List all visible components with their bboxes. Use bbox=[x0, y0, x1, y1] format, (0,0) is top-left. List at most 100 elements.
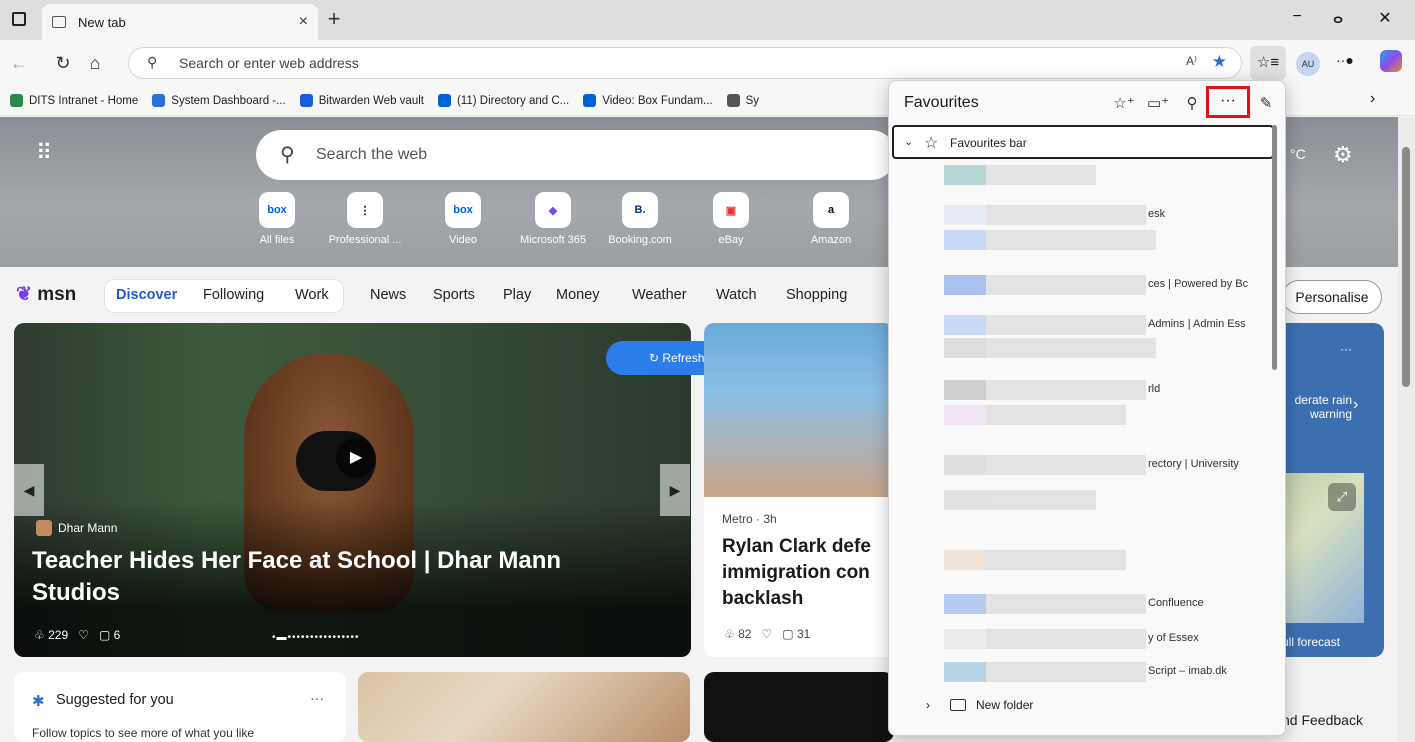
msn-tab-weather[interactable]: Weather bbox=[632, 287, 687, 303]
favourites-scrollbar[interactable] bbox=[1270, 125, 1280, 685]
favourite-item[interactable]: esk bbox=[944, 203, 1264, 225]
msn-tab-following[interactable]: Following bbox=[203, 287, 264, 303]
favourites-bar-folder[interactable]: ⌄ ☆ Favourites bar bbox=[892, 125, 1274, 159]
thumbs-up-icon[interactable]: ♧ bbox=[724, 627, 735, 641]
favourite-item[interactable]: y of Essex bbox=[944, 627, 1264, 649]
read-aloud-icon[interactable]: A⁾ bbox=[1186, 54, 1197, 68]
msn-tab-work[interactable]: Work bbox=[295, 287, 329, 303]
quicklink[interactable]: box Video bbox=[418, 192, 508, 246]
add-folder-icon[interactable]: ▭⁺ bbox=[1146, 92, 1170, 116]
tab-new-tab[interactable]: New tab × bbox=[42, 4, 318, 40]
msn-tab-money[interactable]: Money bbox=[556, 287, 600, 303]
more-options-button[interactable]: ··· bbox=[1206, 86, 1250, 118]
new-folder-item[interactable]: › New folder bbox=[926, 698, 1033, 712]
favourite-item[interactable]: Confluence bbox=[944, 592, 1264, 614]
comment-icon[interactable]: ▢ bbox=[782, 627, 793, 641]
favourite-item[interactable]: rectory | University bbox=[944, 453, 1264, 475]
personalise-button[interactable]: Personalise bbox=[1282, 280, 1382, 314]
msn-tab-sports[interactable]: Sports bbox=[433, 287, 475, 303]
quicklink[interactable]: B. Booking.com bbox=[595, 192, 685, 246]
gear-icon[interactable]: ⚙ bbox=[1333, 142, 1353, 168]
pin-icon[interactable]: ✎ bbox=[1254, 92, 1278, 116]
favorite-star-icon[interactable]: ★ bbox=[1212, 52, 1227, 72]
quicklink[interactable]: ▣ eBay bbox=[686, 192, 776, 246]
favourite-item[interactable]: ces | Powered by Bc bbox=[944, 273, 1264, 295]
thumbs-down-icon[interactable]: ♡ bbox=[761, 627, 772, 641]
fav-label: Video: Box Fundam... bbox=[602, 94, 713, 107]
story-headline[interactable]: Teacher Hides Her Face at School | Dhar … bbox=[32, 545, 632, 609]
carousel-dots[interactable]: •▬•••••••••••••••• bbox=[272, 632, 360, 643]
favourite-item[interactable]: Admins | Admin Ess bbox=[944, 313, 1264, 335]
refresh-icon[interactable]: ↻ bbox=[50, 50, 76, 76]
settings-more-icon[interactable]: ··● bbox=[1336, 52, 1354, 68]
copilot-icon[interactable] bbox=[1380, 50, 1402, 72]
more-options-button[interactable]: ··· bbox=[310, 690, 324, 706]
favourite-item[interactable]: Script – imab.dk bbox=[944, 660, 1264, 682]
quicklink[interactable]: a Amazon bbox=[786, 192, 876, 246]
address-bar[interactable]: ⚲ Search or enter web address A⁾ ★ bbox=[128, 47, 1242, 79]
weather-more-button[interactable]: ··· bbox=[1340, 342, 1352, 356]
web-search-box[interactable]: ⚲ Search the web bbox=[256, 130, 896, 180]
next-arrow-icon[interactable]: ▶ bbox=[660, 464, 690, 516]
quicklink-icon: box bbox=[259, 192, 295, 228]
quicklink[interactable]: ⋮ Professional ... bbox=[320, 192, 410, 246]
favourite-item[interactable] bbox=[944, 488, 1264, 510]
chevron-right-icon[interactable]: › bbox=[1370, 90, 1375, 108]
prev-arrow-icon[interactable]: ◀ bbox=[14, 464, 44, 516]
msn-tab-shopping[interactable]: Shopping bbox=[786, 287, 847, 303]
msn-tab-discover[interactable]: Discover bbox=[116, 287, 177, 303]
expand-icon[interactable]: ⤢ bbox=[1328, 483, 1356, 511]
minimize-button[interactable]: − bbox=[1282, 8, 1312, 32]
scroll-thumb[interactable] bbox=[1402, 147, 1410, 387]
msn-logo[interactable]: ❦ msn bbox=[16, 283, 76, 306]
fav-item[interactable]: Sy bbox=[726, 94, 759, 107]
favourite-item[interactable] bbox=[944, 228, 1264, 250]
favourite-item[interactable] bbox=[944, 548, 1264, 570]
favourite-item[interactable] bbox=[944, 403, 1264, 425]
search-favourites-icon[interactable]: ⚲ bbox=[1180, 92, 1204, 116]
add-favourite-icon[interactable]: ☆⁺ bbox=[1112, 92, 1136, 116]
quicklink[interactable]: ◆ Microsoft 365 bbox=[508, 192, 598, 246]
fav-item[interactable]: (11) Directory and C... bbox=[437, 94, 569, 107]
play-icon[interactable]: ▶ bbox=[336, 438, 376, 478]
workspaces-icon[interactable] bbox=[12, 12, 26, 26]
thumbs-up-icon[interactable]: ♧ bbox=[34, 628, 45, 642]
fav-item[interactable]: System Dashboard -... bbox=[152, 94, 286, 107]
app-launcher-icon[interactable]: ⠿ bbox=[36, 140, 70, 170]
weather-warning[interactable]: derate rain warning bbox=[1284, 393, 1352, 421]
chevron-right-icon[interactable]: › bbox=[1353, 396, 1358, 414]
favourite-thumbnail bbox=[944, 629, 986, 649]
profile-avatar[interactable]: AU bbox=[1296, 52, 1320, 76]
favourite-item[interactable] bbox=[944, 336, 1264, 358]
feedback-link[interactable]: nd Feedback bbox=[1282, 712, 1363, 728]
msn-tab-news[interactable]: News bbox=[370, 287, 406, 303]
msn-tab-play[interactable]: Play bbox=[503, 287, 531, 303]
home-icon[interactable]: ⌂ bbox=[82, 50, 108, 76]
search-icon: ⚲ bbox=[280, 144, 295, 166]
back-icon[interactable]: ← bbox=[6, 50, 32, 76]
thumbs-down-icon[interactable]: ♡ bbox=[78, 628, 89, 642]
favourite-label: y of Essex bbox=[1148, 632, 1199, 644]
restore-button[interactable]: ⴰ bbox=[1323, 8, 1353, 32]
favourite-thumbnail bbox=[944, 165, 986, 185]
fav-item[interactable]: DITS Intranet - Home bbox=[10, 94, 138, 107]
comment-icon[interactable]: ▢ bbox=[99, 628, 110, 642]
scroll-thumb[interactable] bbox=[1272, 125, 1277, 370]
favourite-item[interactable]: rld bbox=[944, 378, 1264, 400]
story-card-image[interactable] bbox=[358, 672, 690, 742]
new-tab-button[interactable]: + bbox=[320, 6, 348, 34]
weather-forecast-link[interactable]: ull forecast bbox=[1282, 635, 1340, 649]
favourites-icon[interactable]: ☆≡ bbox=[1250, 46, 1286, 80]
second-story-headline[interactable]: Rylan Clark defe immigration con backlas… bbox=[722, 534, 892, 612]
fav-item[interactable]: Bitwarden Web vault bbox=[299, 94, 424, 107]
fav-item[interactable]: Video: Box Fundam... bbox=[583, 94, 713, 107]
favourite-item[interactable] bbox=[944, 163, 1264, 185]
close-window-button[interactable]: ✕ bbox=[1370, 8, 1400, 32]
quicklink-label: Microsoft 365 bbox=[519, 234, 587, 246]
page-scrollbar[interactable] bbox=[1398, 117, 1415, 742]
close-tab-button[interactable]: × bbox=[299, 13, 308, 31]
chevron-down-icon: ⌄ bbox=[904, 136, 914, 148]
quicklink[interactable]: box All files bbox=[232, 192, 322, 246]
story-card-video[interactable] bbox=[704, 672, 894, 742]
msn-tab-watch[interactable]: Watch bbox=[716, 287, 757, 303]
